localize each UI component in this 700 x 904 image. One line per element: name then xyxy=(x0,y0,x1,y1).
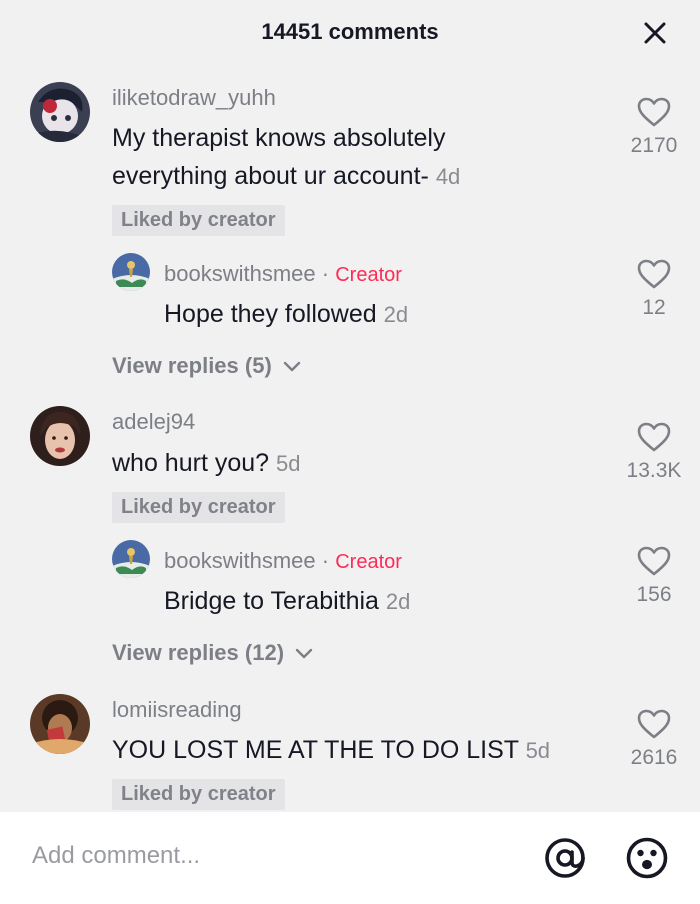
reply-time: 2d xyxy=(383,302,409,327)
view-replies-button[interactable]: View replies (12) xyxy=(112,640,314,666)
view-replies-label: View replies (5) xyxy=(112,353,272,378)
comment-time: 5d xyxy=(276,451,301,476)
reply-text: Bridge to Terabithia 2d xyxy=(164,582,664,621)
comment-username[interactable]: iliketodraw_yuhh xyxy=(112,85,276,111)
reply-username-row: bookswithsmee · Creator xyxy=(164,548,402,574)
comment-text: My therapist knows absolutely everything… xyxy=(112,119,612,196)
comment-username[interactable]: lomiisreading xyxy=(112,697,242,723)
comment-time: 4d xyxy=(435,164,461,189)
like-button[interactable]: 13.3K xyxy=(614,421,694,483)
comment-text: YOU LOST ME AT THE TO DO LIST 5d xyxy=(112,731,602,770)
heart-icon xyxy=(637,259,671,289)
heart-icon xyxy=(637,546,671,576)
like-button[interactable]: 2170 xyxy=(614,96,694,158)
heart-icon xyxy=(637,709,671,739)
add-comment-input[interactable] xyxy=(32,842,512,870)
like-count: 2616 xyxy=(630,746,678,769)
separator-dot: · xyxy=(321,261,330,286)
comment-time: 5d xyxy=(525,738,551,763)
avatar[interactable] xyxy=(30,406,90,466)
like-count: 12 xyxy=(642,296,666,319)
reply-like-button[interactable]: 12 xyxy=(614,258,694,320)
avatar[interactable] xyxy=(30,694,90,754)
liked-by-creator-badge: Liked by creator xyxy=(112,492,285,523)
comments-count-title: 14451 comments xyxy=(261,19,439,44)
reply-time: 2d xyxy=(385,589,411,614)
like-count: 2170 xyxy=(630,134,678,157)
heart-icon xyxy=(637,97,671,127)
comment-text-line2: everything about ur account- xyxy=(112,162,429,190)
comment-text: who hurt you? 5d xyxy=(112,444,612,483)
comment-text-content: YOU LOST ME AT THE TO DO LIST xyxy=(112,736,519,764)
reply-text: Hope they followed 2d xyxy=(164,295,664,334)
creator-avatar[interactable] xyxy=(112,253,150,291)
close-button[interactable] xyxy=(640,18,670,48)
creator-avatar[interactable] xyxy=(112,540,150,578)
creator-tag: Creator xyxy=(335,551,402,573)
reply-like-button[interactable]: 156 xyxy=(614,545,694,607)
chevron-down-icon xyxy=(283,361,301,372)
chevron-down-icon xyxy=(295,648,313,659)
mention-button[interactable] xyxy=(543,836,587,880)
like-button[interactable]: 2616 xyxy=(614,708,694,770)
view-replies-label: View replies (12) xyxy=(112,640,285,665)
like-count: 13.3K xyxy=(626,459,682,482)
liked-by-creator-badge: Liked by creator xyxy=(112,779,285,810)
at-icon xyxy=(545,838,585,878)
liked-by-creator-badge: Liked by creator xyxy=(112,205,285,236)
comments-header: 14451 comments xyxy=(0,0,700,64)
close-icon xyxy=(644,22,666,44)
comment-text-content: who hurt you? xyxy=(112,449,270,477)
comment-text-line1: My therapist knows absolutely xyxy=(112,124,446,152)
reply-text-content: Bridge to Terabithia xyxy=(164,587,379,615)
comment-input-bar xyxy=(0,812,700,904)
reply-username-row: bookswithsmee · Creator xyxy=(164,261,402,287)
separator-dot: · xyxy=(321,548,330,573)
emoji-button[interactable] xyxy=(625,836,669,880)
reply-username[interactable]: bookswithsmee xyxy=(164,261,316,286)
like-count: 156 xyxy=(636,583,672,606)
creator-tag: Creator xyxy=(335,264,402,286)
reply-username[interactable]: bookswithsmee xyxy=(164,548,316,573)
emoji-icon xyxy=(626,837,668,879)
heart-icon xyxy=(637,422,671,452)
comment-username[interactable]: adelej94 xyxy=(112,409,195,435)
reply-text-content: Hope they followed xyxy=(164,300,377,328)
avatar[interactable] xyxy=(30,82,90,142)
view-replies-button[interactable]: View replies (5) xyxy=(112,353,302,379)
